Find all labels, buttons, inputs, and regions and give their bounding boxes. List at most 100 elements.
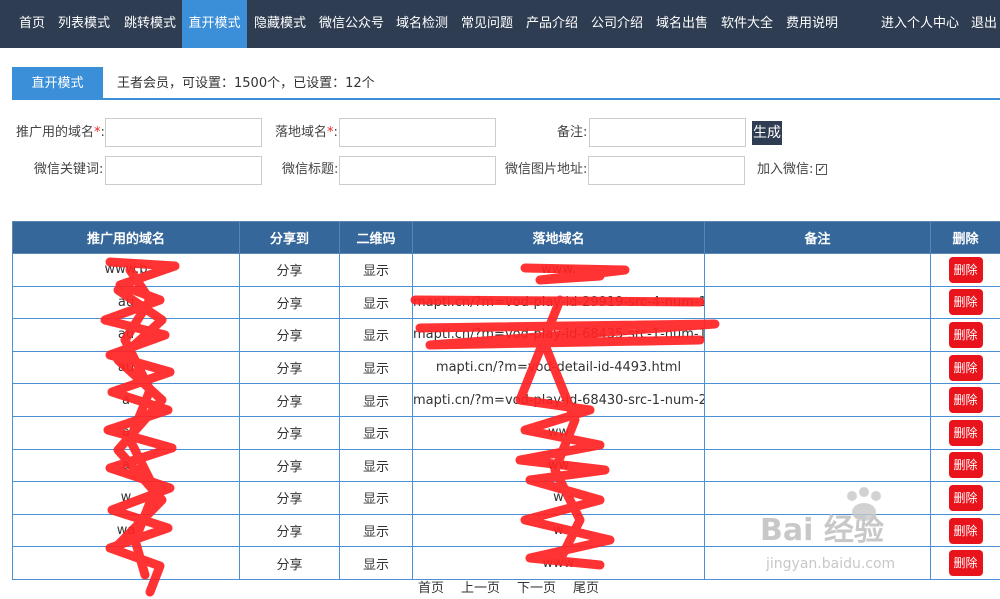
promo-domain-cell: au [12,285,240,320]
promo-domain-cell: a [12,383,240,417]
nav-item-direct-mode[interactable]: 直开模式 [182,0,247,48]
join-wechat-checkbox[interactable]: ✓ [816,164,827,175]
share-link[interactable]: 分享 [239,415,340,450]
nav-item-faq[interactable]: 常见问题 [455,0,519,48]
delete-cell: 删除 [930,513,1000,548]
promo-domain-label: 推广用的域名*: [16,125,105,140]
table-header-row: 推广用的域名 分享到 二维码 落地域名 备注 删除 [12,221,1000,254]
qrcode-show-link[interactable]: 显示 [339,481,413,515]
qrcode-show-link[interactable]: 显示 [339,415,413,450]
wechat-title-input[interactable] [339,156,496,185]
promo-domain-input[interactable] [105,118,262,147]
delete-button[interactable]: 删除 [948,452,983,479]
wechat-keyword-label: 微信关键词: [34,162,104,177]
header-remark: 备注 [704,221,931,254]
wechat-title-label: 微信标题: [282,162,339,177]
landing-domain-cell: mapti.cn/?m=vod-play-id-68430-src-1-num-… [412,383,705,417]
nav-item-domain-sale[interactable]: 域名出售 [650,0,714,48]
share-link[interactable]: 分享 [239,350,340,385]
share-link[interactable]: 分享 [239,285,340,320]
nav-item-hidden-mode[interactable]: 隐藏模式 [248,0,312,48]
promo-domain-cell: w [12,481,240,515]
landing-domain-cell: www. [412,253,705,287]
delete-button[interactable]: 删除 [948,484,983,511]
pager-first[interactable]: 首页 [418,580,444,598]
table-row: w 分享 显示 w 删除 [12,481,1000,515]
remark-cell [704,285,931,320]
share-link[interactable]: 分享 [239,513,340,548]
share-link[interactable]: 分享 [239,546,340,580]
share-link[interactable]: 分享 [239,448,340,483]
qrcode-show-link[interactable]: 显示 [339,448,413,483]
nav-item-redirect-mode[interactable]: 跳转模式 [118,0,182,48]
qrcode-show-link[interactable]: 显示 [339,350,413,385]
promo-domain-cell: wa [12,513,240,548]
nav-item-pricing[interactable]: 费用说明 [780,0,844,48]
pager-next[interactable]: 下一页 [517,580,556,598]
qrcode-show-link[interactable]: 显示 [339,546,413,580]
remark-label: 备注: [557,125,588,140]
delete-cell: 删除 [930,448,1000,483]
nav-item-logout[interactable]: 退出 [965,0,1000,48]
table-row: au 分享 显示 mapti.cn/?m=vod-detail-id-4493.htm… [12,350,1000,385]
nav-item-product-intro[interactable]: 产品介绍 [520,0,584,48]
nav-item-wechat-official[interactable]: 微信公众号 [313,0,390,48]
pager-prev[interactable]: 上一页 [461,580,500,598]
generate-button[interactable]: 生成 [752,121,782,145]
nav-item-user-center[interactable]: 进入个人中心 [875,0,965,48]
delete-button[interactable]: 删除 [948,321,983,348]
delete-button[interactable]: 删除 [948,256,983,283]
domain-table: 推广用的域名 分享到 二维码 落地域名 备注 删除 www.b 分享 显示 www. 删… [12,221,1000,580]
delete-button[interactable]: 删除 [948,419,983,446]
delete-button[interactable]: 删除 [948,387,983,414]
delete-button[interactable]: 删除 [948,550,983,577]
nav-item-list-mode[interactable]: 列表模式 [52,0,116,48]
nav-item-domain-check[interactable]: 域名检测 [390,0,454,48]
delete-cell: 删除 [930,481,1000,515]
qrcode-show-link[interactable]: 显示 [339,513,413,548]
delete-cell: 删除 [930,253,1000,287]
delete-cell: 删除 [930,383,1000,417]
landing-domain-cell: mapti.cn/?m=vod-play-id-68435-src-1-num-… [412,318,705,352]
delete-cell: 删除 [930,546,1000,580]
remark-input[interactable] [589,118,746,147]
landing-domain-input[interactable] [339,118,496,147]
table-row: au 分享 显示 mapti.cn/?m=vod-play-id-29919-src-… [12,285,1000,320]
remark-cell [704,318,931,352]
header-delete: 删除 [930,221,1000,254]
qrcode-show-link[interactable]: 显示 [339,318,413,352]
delete-button[interactable]: 删除 [948,517,983,544]
share-link[interactable]: 分享 [239,253,340,287]
remark-cell [704,383,931,417]
promo-domain-cell [12,546,240,580]
remark-cell [704,546,931,580]
wechat-keyword-input[interactable] [105,156,262,185]
delete-cell: 删除 [930,318,1000,352]
landing-domain-cell: www [412,546,705,580]
delete-button[interactable]: 删除 [948,354,983,381]
landing-domain-cell: mapti.cn/?m=vod-detail-id-4493.html [412,350,705,385]
nav-item-software[interactable]: 软件大全 [715,0,779,48]
qrcode-show-link[interactable]: 显示 [339,285,413,320]
delete-cell: 删除 [930,415,1000,450]
pager-last[interactable]: 尾页 [573,580,599,598]
table-row: a 分享 显示 ww 删除 [12,415,1000,450]
landing-domain-cell: w [412,513,705,548]
qrcode-show-link[interactable]: 显示 [339,253,413,287]
tab-direct-mode[interactable]: 直开模式 [12,67,103,100]
share-link[interactable]: 分享 [239,383,340,417]
table-row: au 分享 显示 mapti.cn/?m=vod-play-id-68435-src-… [12,318,1000,352]
nav-item-home[interactable]: 首页 [13,0,51,48]
table-row: 分享 显示 www 删除 [12,546,1000,580]
nav-item-company-intro[interactable]: 公司介绍 [585,0,649,48]
remark-cell [704,513,931,548]
wechat-image-input[interactable] [588,156,745,185]
header-share: 分享到 [239,221,340,254]
promo-domain-cell: a [12,448,240,483]
share-link[interactable]: 分享 [239,318,340,352]
qrcode-show-link[interactable]: 显示 [339,383,413,417]
table-row: a 分享 显示 ww 删除 [12,448,1000,483]
delete-button[interactable]: 删除 [948,289,983,316]
landing-domain-cell: w [412,481,705,515]
share-link[interactable]: 分享 [239,481,340,515]
